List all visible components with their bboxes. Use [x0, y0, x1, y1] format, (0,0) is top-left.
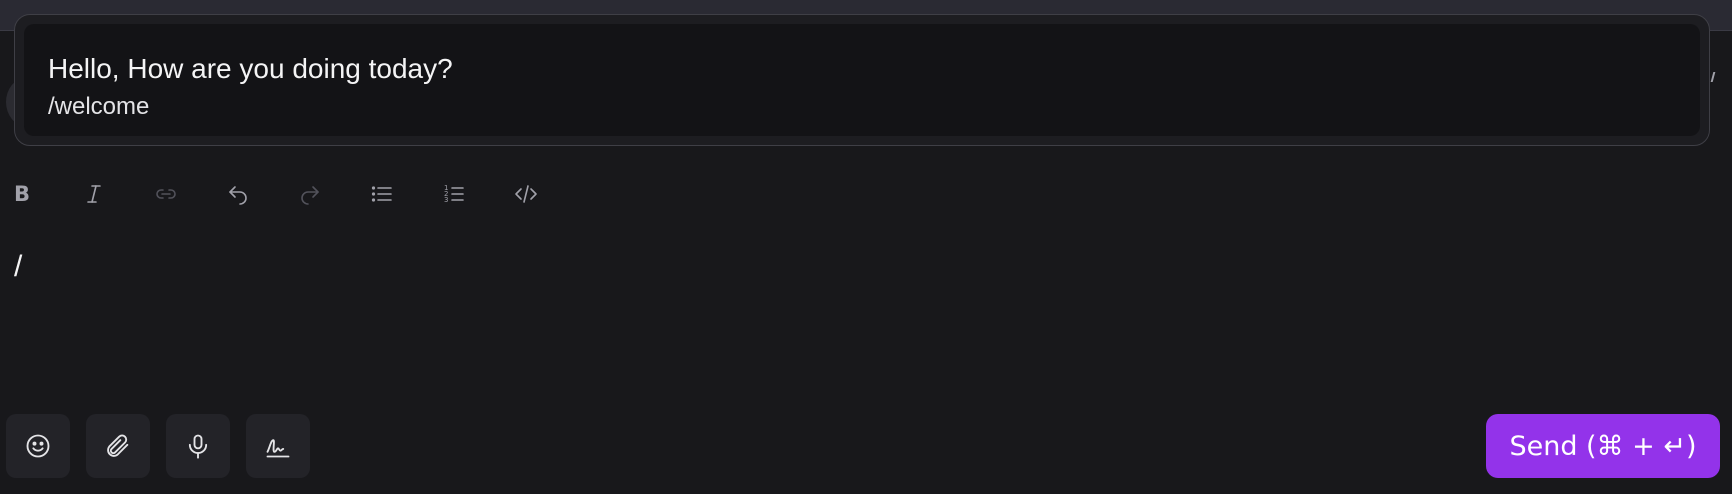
code-button[interactable] — [504, 172, 548, 216]
paperclip-icon — [107, 434, 129, 457]
link-icon — [156, 189, 176, 199]
send-button[interactable]: Send (⌘ + ↵) — [1486, 414, 1720, 478]
bullet-list-button[interactable] — [360, 172, 404, 216]
undo-icon — [229, 186, 247, 205]
voice-record-button[interactable] — [166, 414, 230, 478]
svg-text:3: 3 — [444, 196, 448, 204]
microphone-icon — [188, 434, 208, 459]
bullet-list-icon — [371, 186, 392, 202]
canned-response-item[interactable]: Hello, How are you doing today? /welcome — [24, 24, 1700, 136]
redo-icon — [301, 186, 319, 205]
attach-file-button[interactable] — [86, 414, 150, 478]
ordered-list-button[interactable]: 1 2 3 — [432, 172, 476, 216]
ordered-list-icon: 1 2 3 — [444, 184, 464, 204]
italic-button[interactable] — [72, 172, 116, 216]
canned-response-title: Hello, How are you doing today? — [48, 53, 453, 84]
redo-button[interactable] — [288, 172, 332, 216]
undo-button[interactable] — [216, 172, 260, 216]
signature-button[interactable] — [246, 414, 310, 478]
emoji-icon — [26, 434, 50, 458]
bold-button[interactable]: B — [0, 172, 44, 216]
overflow-indicator — [1710, 72, 1720, 82]
formatting-toolbar: B 1 2 3 — [0, 172, 560, 216]
link-button[interactable] — [144, 172, 188, 216]
canned-response-command: /welcome — [48, 93, 150, 120]
message-editor[interactable]: / — [14, 250, 1714, 380]
canned-response-popup: Hello, How are you doing today? /welcome — [14, 14, 1710, 146]
bottom-action-bar: Send (⌘ + ↵) — [0, 414, 1732, 478]
emoji-button[interactable] — [6, 414, 70, 478]
bold-icon: B — [13, 182, 30, 206]
italic-icon — [87, 185, 101, 203]
reply-composer: Hello, How are you doing today? /welcome… — [0, 0, 1732, 494]
code-icon — [515, 185, 537, 203]
signature-icon — [266, 439, 290, 458]
